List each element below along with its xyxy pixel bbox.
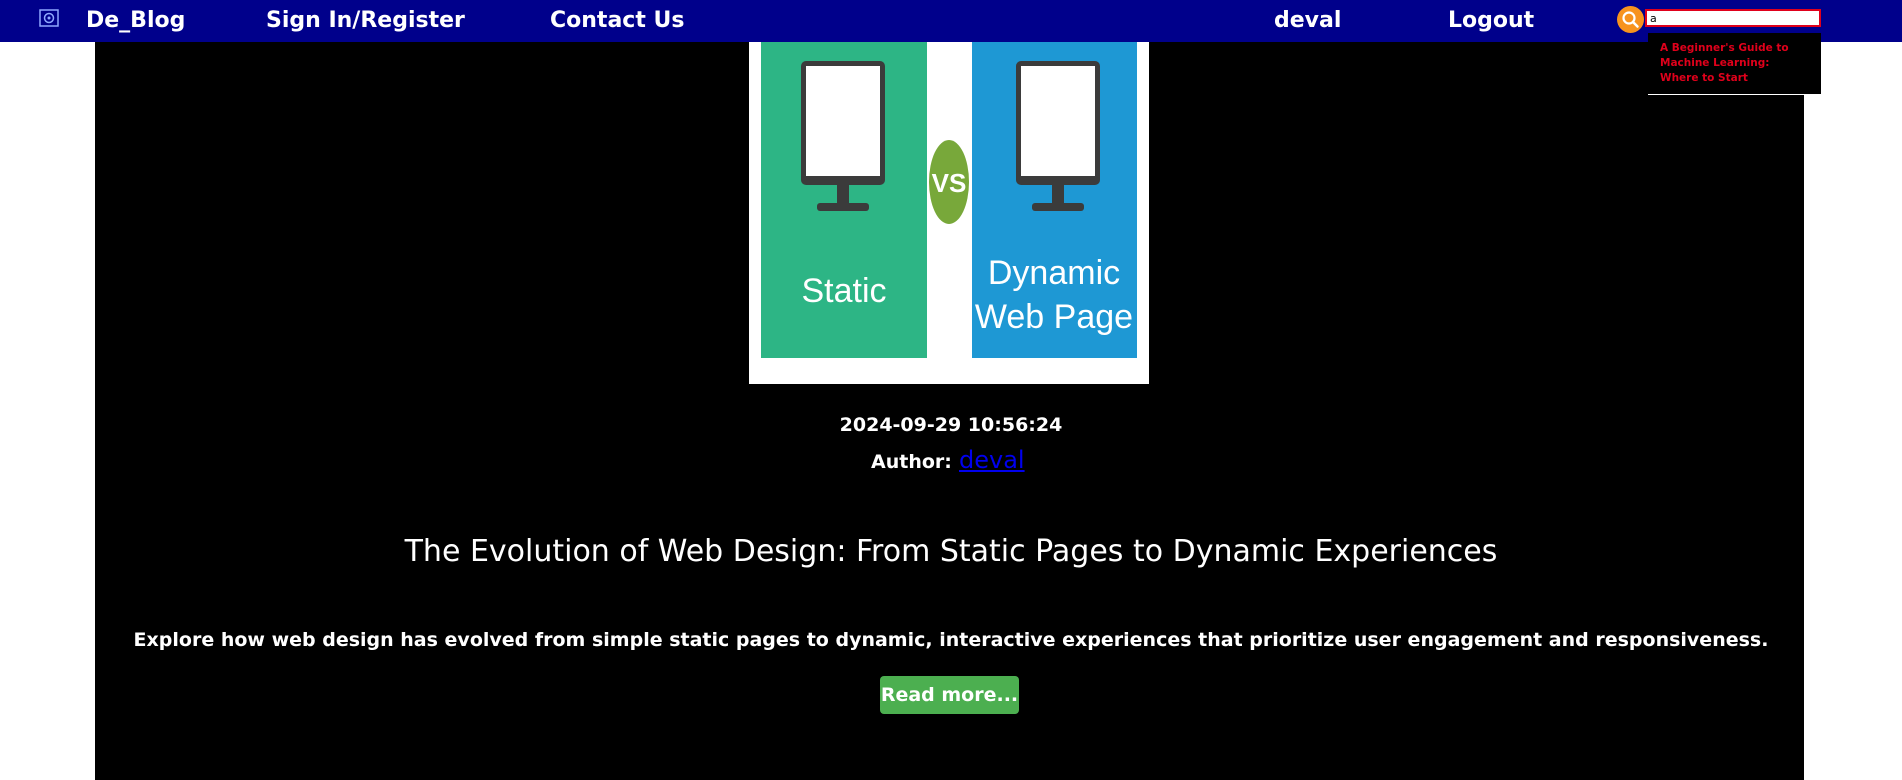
post-title: The Evolution of Web Design: From Static…: [404, 534, 1498, 569]
author-link[interactable]: deval: [959, 443, 1025, 477]
nav-contact-us-link[interactable]: Contact Us: [550, 6, 684, 36]
navbar: De_Blog Sign In/Register Contact Us deva…: [0, 0, 1902, 42]
vs-label: VS: [932, 168, 967, 198]
search-suggestions-dropdown: A Beginner's Guide to Machine Learning: …: [1648, 33, 1821, 95]
dynamic-label-line2: Web Page: [975, 298, 1133, 336]
search-input[interactable]: [1645, 9, 1821, 27]
nav-brand-link[interactable]: De_Blog: [86, 6, 185, 36]
author-label: Author:: [871, 451, 952, 473]
static-label: Static: [801, 272, 886, 310]
search-suggestion-item[interactable]: A Beginner's Guide to Machine Learning: …: [1660, 41, 1810, 86]
search-button[interactable]: [1617, 6, 1644, 33]
nav-username-link[interactable]: deval: [1274, 6, 1341, 36]
dynamic-label-line1: Dynamic: [988, 254, 1120, 292]
read-more-button[interactable]: Read more...: [880, 676, 1019, 714]
search-icon: [1622, 11, 1639, 28]
nav-logout-link[interactable]: Logout: [1448, 6, 1534, 36]
post-date: 2024-09-29 10:56:24: [839, 414, 1063, 436]
blog-logo-icon[interactable]: [38, 8, 60, 28]
nav-sign-in-register-link[interactable]: Sign In/Register: [266, 6, 465, 36]
post-summary: Explore how web design has evolved from …: [133, 629, 1769, 651]
post-image: VS Static Dynamic Web Page: [749, 42, 1149, 384]
